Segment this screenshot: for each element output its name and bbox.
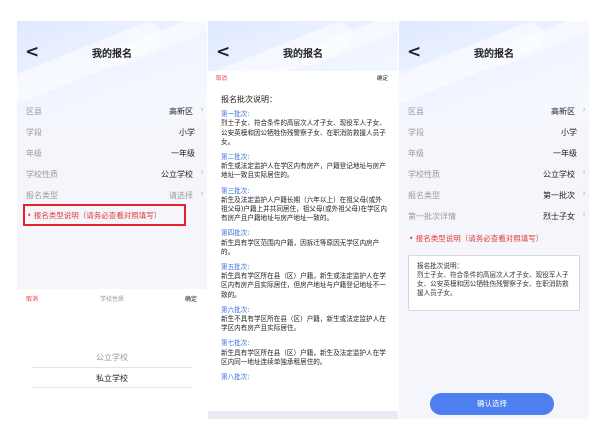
chevron-right-icon: › [582, 189, 586, 199]
row-value: 小学 [179, 128, 195, 137]
row-registration-type[interactable]: 报名类型 第一批次 › [399, 185, 589, 205]
row-grade: 年级 一年级 [399, 143, 589, 163]
row-label: 学校性质 [26, 170, 58, 179]
picker-option-selected[interactable]: 私立学校 [17, 373, 207, 384]
row-label: 学校性质 [408, 170, 440, 179]
batch-section: 第八批次: [221, 373, 388, 382]
batch-title: 第七批次: [221, 339, 250, 348]
chevron-right-icon: › [200, 168, 204, 178]
picker-divider [31, 387, 193, 388]
screen-batch-description: < 我的报名 取消 确定 报名批次说明： 第一批次: 烈士子女、符合条件的高层次… [208, 21, 398, 419]
row-label: 报名类型 [408, 191, 440, 200]
batch-desc: 新生具有学区所在县（区）户籍，新生或法定监护人在学区内有房产且实际居住，但房产地… [221, 272, 386, 299]
picker-confirm-button[interactable]: 确定 [185, 294, 197, 303]
page-title: 我的报名 [92, 49, 132, 60]
screen-registration-picker: < 我的报名 区县 高新区 › 学段 小学 年级 一年级 学校性质 公立学校 ›… [17, 21, 207, 419]
scroll-edge [208, 411, 398, 419]
picker-option[interactable]: 公立学校 [17, 352, 207, 363]
row-label: 第一批次详情 [408, 212, 456, 221]
batch-desc: 新生及法定监护人户籍长期（六年以上）在祖父母(或外祖父母)户籍上并共同居住，祖父… [221, 195, 387, 223]
page-title: 我的报名 [474, 49, 514, 60]
row-label: 学段 [26, 128, 42, 137]
row-value: 公立学校 [161, 170, 193, 179]
row-value: 烈士子女 [543, 212, 575, 221]
nav-bar: < 我的报名 [208, 41, 398, 65]
row-value: 一年级 [553, 149, 577, 158]
row-grade: 年级 一年级 [17, 143, 207, 163]
chevron-right-icon: › [200, 189, 204, 199]
sheet-heading: 报名批次说明： [221, 95, 277, 104]
row-label: 学段 [408, 128, 424, 137]
picker-title: 学校性质 [99, 296, 124, 303]
row-registration-type[interactable]: 报名类型 请选择 › [17, 185, 207, 205]
row-label: 区县 [26, 107, 42, 116]
batch-section: 第五批次: 新生具有学区所在县（区）户籍，新生或法定监护人在学区内有房产且实际居… [221, 263, 388, 300]
batch-section: 第四批次: 新生具有学区范围内户籍，因拆迁等原因无学区内房产的。 [221, 229, 388, 257]
chevron-right-icon: › [582, 210, 586, 220]
batch-title: 第八批次: [221, 373, 250, 382]
chevron-right-icon: › [582, 105, 586, 115]
school-type-picker: 取消 学校性质 确定 公立学校 私立学校 [17, 289, 207, 419]
nav-bar: < 我的报名 [17, 41, 207, 65]
batch-title: 第六批次: [221, 305, 250, 314]
highlight-box [23, 204, 186, 226]
batch-title: 第四批次: [221, 229, 250, 238]
row-district[interactable]: 区县 高新区 › [399, 101, 589, 121]
batch-section: 第一批次: 烈士子女、符合条件的高层次人才子女、现役军人子女、公安英模和因公牺牲… [221, 110, 388, 147]
row-label: 年级 [26, 149, 42, 158]
row-value: 一年级 [171, 149, 195, 158]
batch-description-box: 报名批次说明： 烈士子女、符合条件的高层次人才子女、现役军人子女、公安英模和因公… [408, 255, 580, 311]
row-label: 区县 [408, 107, 424, 116]
batch-desc: 新生具有学区范围内户籍，因拆迁等原因无学区内房产的。 [221, 238, 380, 256]
row-stage: 学段 小学 [17, 122, 207, 142]
batch-title: 第五批次: [221, 263, 250, 272]
batch-section: 第三批次: 新生及法定监护人户籍长期（六年以上）在祖父母(或外祖父母)户籍上并共… [221, 187, 388, 224]
row-label: 年级 [408, 149, 424, 158]
page-title: 我的报名 [283, 49, 323, 60]
batch-title: 第三批次: [221, 186, 250, 195]
desc-text: 烈士子女、符合条件的高层次人才子女、现役军人子女、公安英模和因公牺牲伤残警察子女… [417, 271, 569, 297]
confirm-selection-button[interactable]: 确认选择 [430, 393, 554, 415]
batch-desc: 烈士子女、符合条件的高层次人才子女、现役军人子女、公安英模和因公牺牲伤残警察子女… [221, 119, 386, 146]
desc-title: 报名批次说明： [417, 262, 464, 270]
row-value: 高新区 [551, 107, 575, 116]
sheet-toolbar: 取消 确定 [208, 71, 398, 85]
batch-desc: 新生不具有学区所在县（区）户籍，新生或法定监护人在学区内有房产且实际居住。 [221, 315, 386, 333]
batch-section: 第二批次: 新生或法定监护人在学区内有房产，户籍登记地址与房产地址一致且实际居住… [221, 153, 388, 181]
row-value: 第一批次 [543, 191, 575, 200]
sheet-cancel-button[interactable]: 取消 [216, 74, 227, 82]
row-value: 公立学校 [543, 170, 575, 179]
row-school-type[interactable]: 学校性质 公立学校 › [399, 164, 589, 184]
batch-desc: 新生或法定监护人在学区内有房产，户籍登记地址与房产地址一致且实际居住的。 [221, 162, 386, 180]
picker-toolbar: 取消 学校性质 确定 [17, 289, 207, 307]
row-label: 报名类型 [26, 191, 58, 200]
batch-title: 第二批次: [221, 153, 250, 162]
batch-section: 第七批次: 新生具有学区所在县（区）户籍，新生及法定监护人在学区内同一地址连续单… [221, 339, 388, 367]
registration-type-notice-link[interactable]: • 报名类型说明（请务必查看对照填写） [409, 233, 543, 244]
batch-desc: 新生具有学区所在县（区）户籍，新生及法定监护人在学区内同一地址连续单独承租居住的… [221, 348, 386, 366]
row-district[interactable]: 区县 高新区 › [17, 101, 207, 121]
row-value: 小学 [561, 128, 577, 137]
sheet-confirm-button[interactable]: 确定 [377, 74, 388, 82]
row-batch-detail[interactable]: 第一批次详情 烈士子女 › [399, 206, 589, 226]
row-school-type[interactable]: 学校性质 公立学校 › [17, 164, 207, 184]
batch-section: 第六批次: 新生不具有学区所在县（区）户籍，新生或法定监护人在学区内有房产且实际… [221, 306, 388, 334]
nav-bar: < 我的报名 [399, 41, 589, 65]
picker-divider [31, 367, 193, 368]
chevron-right-icon: › [200, 105, 204, 115]
row-stage: 学段 小学 [399, 122, 589, 142]
screen-registration-confirm: < 我的报名 区县 高新区 › 学段 小学 年级 一年级 学校性质 公立学校 ›… [399, 21, 589, 419]
batch-description-sheet: 报名批次说明： 第一批次: 烈士子女、符合条件的高层次人才子女、现役军人子女、公… [208, 85, 398, 419]
row-value: 请选择 [169, 191, 193, 200]
row-value: 高新区 [169, 107, 193, 116]
chevron-right-icon: › [582, 168, 586, 178]
